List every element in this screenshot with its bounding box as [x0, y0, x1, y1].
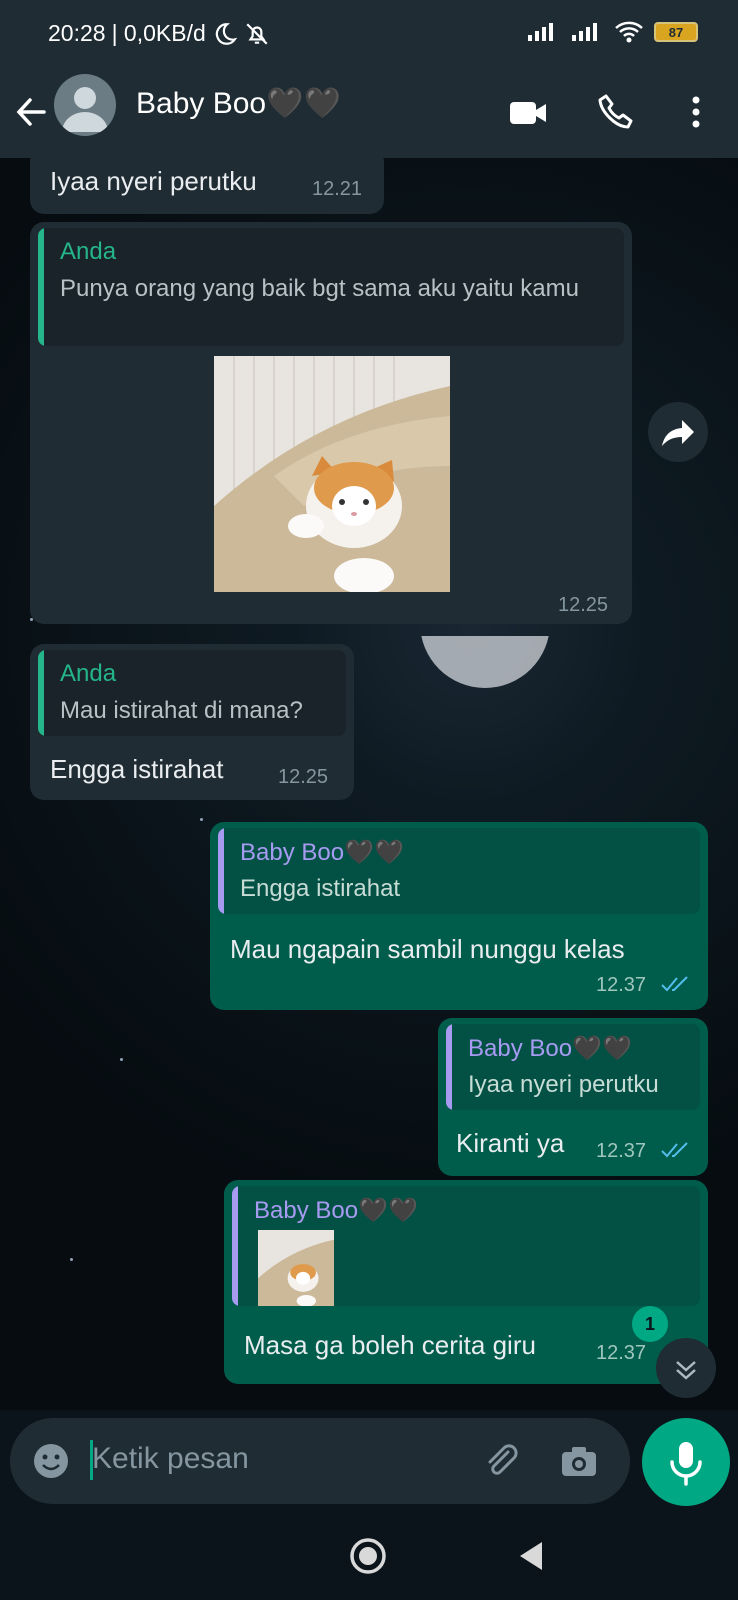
message-time: 12.25: [278, 766, 329, 788]
message-text: Kiranti ya: [456, 1128, 565, 1158]
back-arrow-icon[interactable]: [14, 88, 54, 136]
forward-icon: [662, 420, 694, 446]
quoted-message[interactable]: Baby Boo🖤🖤: [232, 1186, 700, 1306]
cat-thumbnail: [258, 1230, 334, 1306]
quote-text: Mau istirahat di mana?: [60, 697, 303, 724]
signal-icon: [572, 23, 597, 41]
video-call-icon[interactable]: [504, 88, 552, 136]
quote-text: Punya orang yang baik bgt sama aku yaitu…: [60, 275, 579, 302]
quote-bar: [38, 228, 44, 346]
message-input[interactable]: Ketik pesan: [92, 1442, 249, 1476]
mic-icon: [670, 1442, 702, 1486]
message-text: Iyaa nyeri perutku: [50, 166, 257, 196]
mute-bell-icon: [246, 22, 268, 45]
star: [120, 1058, 123, 1061]
battery-indicator: 87: [654, 22, 698, 42]
message-outgoing[interactable]: Baby Boo🖤🖤 Masa ga boleh cerita giru 12.…: [224, 1180, 708, 1384]
message-time: 12.21: [312, 178, 363, 200]
message-time: 12.25: [558, 594, 609, 616]
message-incoming[interactable]: Anda Mau istirahat di mana? Engga istira…: [30, 644, 354, 800]
phone-icon[interactable]: [592, 88, 640, 136]
emoji-icon[interactable]: [30, 1440, 72, 1482]
quote-text: Iyaa nyeri perutku: [468, 1071, 659, 1098]
quote-text: Engga istirahat: [240, 875, 401, 902]
message-time: 12.37: [596, 1140, 647, 1162]
quoted-message[interactable]: Anda Punya orang yang baik bgt sama aku …: [38, 228, 624, 346]
quote-author: Baby Boo🖤🖤: [240, 839, 404, 866]
star: [200, 818, 203, 821]
avatar-icon: [62, 87, 108, 132]
status-left: 20:28 | 0,0KB/d: [48, 20, 270, 47]
forward-button[interactable]: [648, 402, 708, 462]
quote-author: Baby Boo🖤🖤: [254, 1197, 418, 1224]
status-bar: 20:28 | 0,0KB/d 87: [0, 0, 738, 68]
scroll-down-button[interactable]: [656, 1338, 716, 1398]
system-nav-bar: [0, 1512, 738, 1600]
camera-icon[interactable]: [558, 1440, 600, 1482]
double-check-icon: [661, 1142, 688, 1158]
quote-bar: [38, 650, 44, 736]
scroll-down-icon: [676, 1361, 696, 1380]
cat-photo-art: [214, 356, 450, 592]
message-composer[interactable]: Ketik pesan: [10, 1418, 630, 1504]
message-time: 12.37: [596, 1342, 647, 1364]
quote-author: Anda: [60, 660, 117, 687]
home-nav-icon[interactable]: [346, 1534, 390, 1578]
quote-bar: [232, 1186, 238, 1306]
message-text: Mau ngapain sambil nunggu kelas: [230, 934, 625, 964]
contact-name[interactable]: Baby Boo🖤🖤: [136, 86, 341, 121]
star: [70, 1258, 73, 1261]
data-speed: | 0,0KB/d: [111, 20, 206, 46]
back-nav-icon[interactable]: [510, 1534, 554, 1578]
message-time: 12.37: [596, 974, 647, 996]
status-right: 87: [526, 20, 698, 44]
quoted-message[interactable]: Baby Boo🖤🖤 Iyaa nyeri perutku: [446, 1024, 700, 1110]
attach-icon[interactable]: [480, 1440, 522, 1482]
message-text: Masa ga boleh cerita giru: [244, 1330, 536, 1360]
signal-icon: [528, 23, 553, 41]
chat-header: Baby Boo🖤🖤: [0, 68, 738, 158]
cat-photo[interactable]: [214, 356, 450, 592]
message-outgoing[interactable]: Baby Boo🖤🖤 Engga istirahat Mau ngapain s…: [210, 822, 708, 1010]
chat-area[interactable]: Iyaa nyeri perutku 12.21 Anda Punya oran…: [0, 158, 738, 1410]
quote-bar: [218, 828, 224, 914]
double-check-icon: [661, 976, 688, 992]
cat-thumbnail-art: [258, 1230, 334, 1306]
mic-button[interactable]: [642, 1418, 730, 1506]
quote-bar: [446, 1024, 452, 1110]
unread-badge: 1: [632, 1306, 668, 1342]
quote-author: Anda: [60, 238, 117, 265]
clock: 20:28: [48, 20, 106, 46]
quoted-message[interactable]: Baby Boo🖤🖤 Engga istirahat: [218, 828, 700, 914]
message-outgoing[interactable]: Baby Boo🖤🖤 Iyaa nyeri perutku Kiranti ya…: [438, 1018, 708, 1176]
moon-icon: [215, 22, 238, 45]
avatar[interactable]: [54, 74, 116, 136]
message-incoming-image[interactable]: Anda Punya orang yang baik bgt sama aku …: [30, 222, 632, 624]
quoted-message[interactable]: Anda Mau istirahat di mana?: [38, 650, 346, 736]
message-text: Engga istirahat: [50, 754, 224, 784]
message-incoming[interactable]: Iyaa nyeri perutku 12.21: [30, 158, 384, 214]
wifi-icon: [615, 21, 643, 43]
quote-author: Baby Boo🖤🖤: [468, 1035, 632, 1062]
more-options-icon[interactable]: [672, 88, 720, 136]
